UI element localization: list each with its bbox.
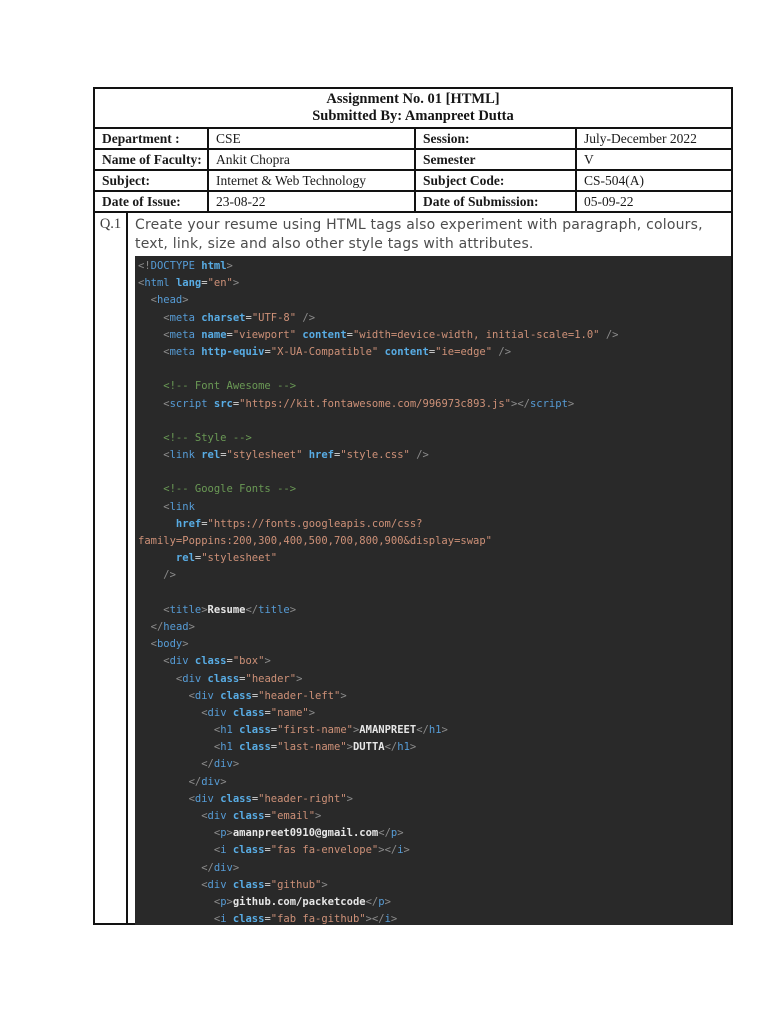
info-value: 23-08-22: [209, 192, 416, 211]
question-body: Create your resume using HTML tags also …: [128, 213, 731, 925]
info-value: 05-09-22: [584, 194, 634, 209]
code-line: <link rel="stylesheet" href="style.css" …: [138, 449, 429, 462]
code-line: <body>: [138, 638, 189, 651]
code-line: <!DOCTYPE html>: [138, 260, 233, 272]
code-line: <h1 class="first-name">AMANPREET</h1>: [138, 724, 448, 737]
code-line: <i class="fab fa-github"></i>: [138, 913, 398, 925]
code-line: <p>github.com/packetcode</p>: [138, 895, 391, 908]
code-line: <!-- Style -->: [138, 431, 252, 444]
code-line: <div class="name">: [138, 706, 316, 719]
assignment-title-line2: Submitted By: Amanpreet Dutta: [312, 108, 514, 124]
info-label: Session:: [416, 129, 577, 148]
code-line: <link: [138, 500, 195, 513]
question-number: Q.1: [95, 213, 128, 925]
code-line: </div>: [138, 758, 240, 771]
assignment-title-line1: Assignment No. 01 [HTML]: [326, 91, 500, 107]
info-label: Subject:: [95, 171, 209, 190]
info-value: CS-504(A): [584, 173, 644, 188]
table-row-subject: Subject: Internet & Web Technology Subje…: [95, 171, 731, 192]
assignment-header-table: Assignment No. 01 [HTML] Submitted By: A…: [93, 87, 733, 925]
code-line: <html lang="en">: [138, 277, 240, 290]
question-text: Create your resume using HTML tags also …: [135, 217, 703, 252]
info-label: Department :: [95, 129, 209, 148]
document-page: Assignment No. 01 [HTML] Submitted By: A…: [0, 0, 768, 1024]
info-label: Subject Code:: [416, 171, 577, 190]
info-label: Date of Submission:: [416, 192, 577, 211]
code-line: </head>: [138, 620, 195, 633]
code-line: <!-- Google Fonts -->: [138, 483, 297, 496]
code-line: <div class="github">: [138, 878, 328, 891]
code-line: />: [138, 569, 176, 582]
code-line: <div class="email">: [138, 810, 322, 822]
code-line: <!-- Font Awesome -->: [138, 380, 297, 393]
code-line: <head>: [138, 294, 189, 307]
info-label: Name of Faculty:: [95, 150, 209, 169]
code-line: <i class="fas fa-envelope"></i>: [138, 844, 410, 857]
code-line: </div>: [138, 775, 227, 788]
question-row: Q.1 Create your resume using HTML tags a…: [95, 213, 731, 925]
code-line: <div class="box">: [138, 655, 271, 668]
info-value: Ankit Chopra: [209, 150, 416, 169]
info-value: CSE: [209, 129, 416, 148]
code-line: rel="stylesheet": [138, 552, 278, 565]
code-line: <meta charset="UTF-8" />: [138, 311, 316, 324]
info-value: July-December 2022: [584, 131, 697, 146]
info-label: Semester: [416, 150, 577, 169]
code-line: <meta http-equiv="X-UA-Compatible" conte…: [138, 345, 512, 358]
code-line: <script src="https://kit.fontawesome.com…: [138, 397, 575, 410]
code-line: <p>amanpreet0910@gmail.com</p>: [138, 827, 404, 840]
code-editor: <!DOCTYPE html> <html lang="en"> <head> <…: [135, 256, 731, 925]
info-value: V: [584, 152, 594, 167]
code-line: </div>: [138, 861, 240, 874]
code-line: <div class="header">: [138, 672, 303, 685]
info-label: Date of Issue:: [95, 192, 209, 211]
table-row-department: Department : CSE Session: July-December …: [95, 129, 731, 150]
code-line: href="https://fonts.googleapis.com/css?: [138, 517, 423, 530]
table-row-faculty: Name of Faculty: Ankit Chopra Semester V: [95, 150, 731, 171]
code-line: family=Poppins:200,300,400,500,700,800,9…: [138, 535, 493, 547]
code-line: <h1 class="last-name">DUTTA</h1>: [138, 741, 417, 754]
code-line: <div class="header-right">: [138, 792, 353, 805]
info-value: Internet & Web Technology: [209, 171, 416, 190]
table-row-dates: Date of Issue: 23-08-22 Date of Submissi…: [95, 192, 731, 213]
code-line: <title>Resume</title>: [138, 603, 297, 616]
code-line: <div class="header-left">: [138, 689, 347, 702]
code-line: <meta name="viewport" content="width=dev…: [138, 328, 619, 341]
assignment-title: Assignment No. 01 [HTML] Submitted By: A…: [95, 89, 731, 129]
